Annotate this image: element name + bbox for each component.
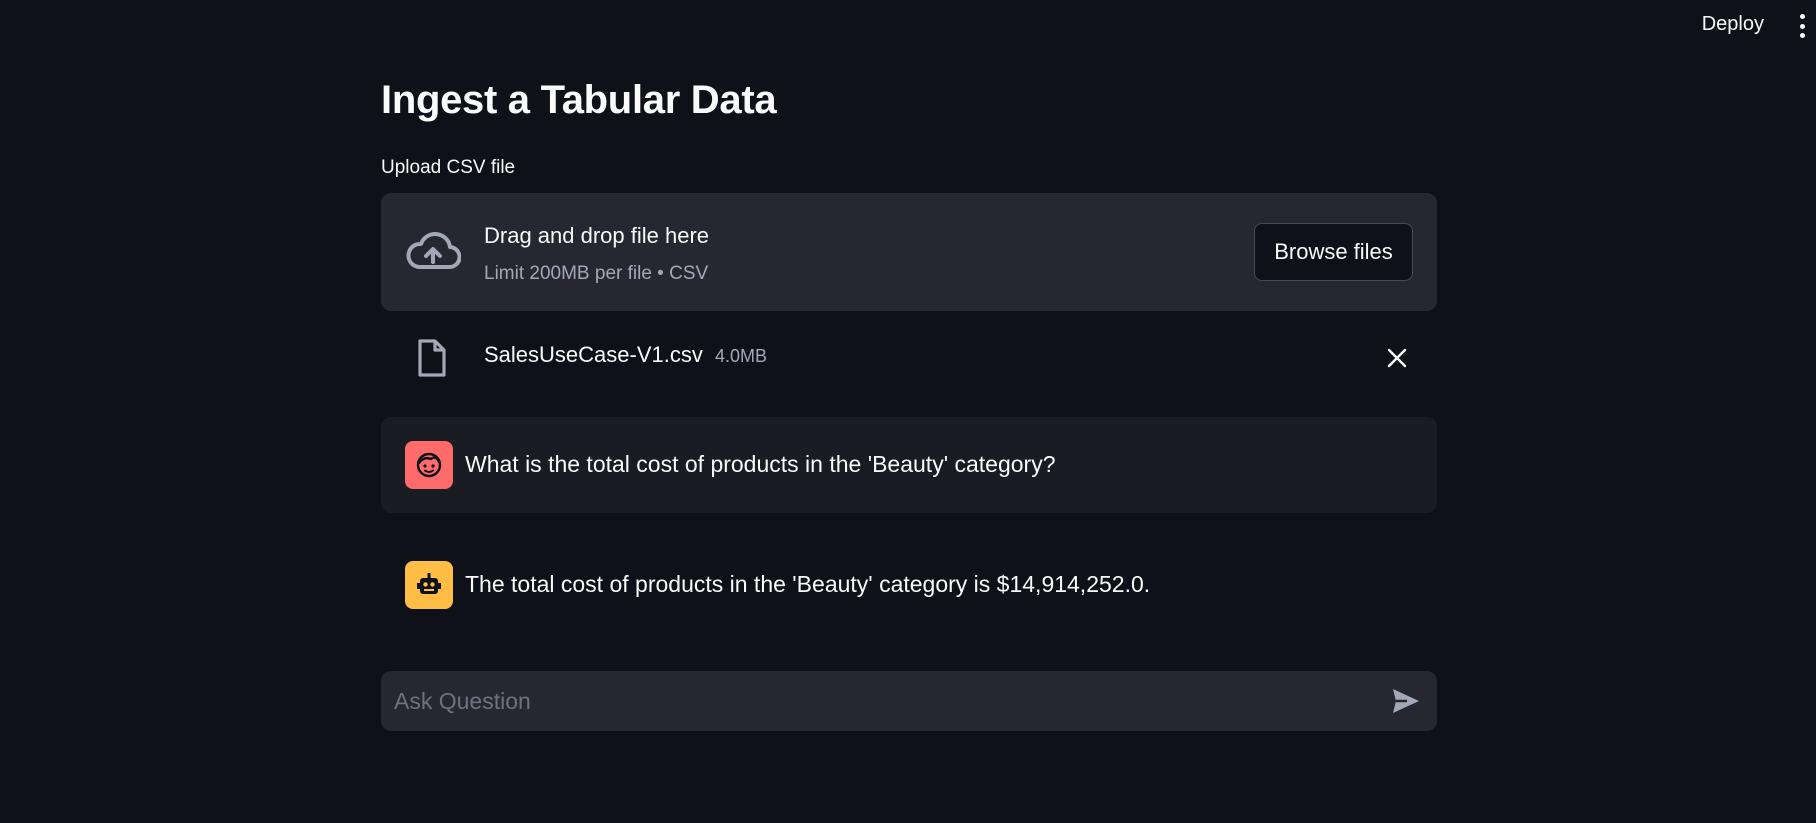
cloud-upload-icon [406, 232, 461, 269]
dropzone-subtitle: Limit 200MB per file • CSV [484, 263, 709, 284]
face-icon [416, 452, 442, 478]
ask-question-input[interactable] [381, 671, 1361, 731]
file-size: 4.0MB [715, 346, 768, 366]
chat-message-assistant: The total cost of products in the 'Beaut… [381, 537, 1437, 633]
message-text: The total cost of products in the 'Beaut… [465, 571, 1151, 597]
browse-files-button[interactable]: Browse files [1254, 223, 1413, 281]
file-dropzone[interactable]: Drag and drop file here Limit 200MB per … [381, 193, 1437, 311]
close-icon[interactable] [1385, 346, 1409, 370]
file-icon [418, 339, 446, 377]
chat-input-container [381, 671, 1437, 731]
dropzone-title: Drag and drop file here [484, 223, 710, 248]
page-title: Ingest a Tabular Data [381, 78, 777, 122]
kebab-menu-icon[interactable] [1796, 14, 1808, 38]
deploy-button[interactable]: Deploy [1702, 13, 1764, 36]
chat-message-user: What is the total cost of products in th… [381, 417, 1437, 513]
robot-icon [417, 573, 441, 594]
user-avatar [405, 441, 453, 489]
message-text: What is the total cost of products in th… [465, 451, 1056, 477]
assistant-avatar [405, 561, 453, 609]
upload-label: Upload CSV file [381, 157, 516, 178]
file-name: SalesUseCase-V1.csv [484, 342, 703, 367]
send-icon[interactable] [1391, 687, 1421, 715]
uploaded-file-row: SalesUseCase-V1.csv 4.0MB [381, 330, 1437, 386]
top-bar: Deploy [0, 0, 1816, 52]
